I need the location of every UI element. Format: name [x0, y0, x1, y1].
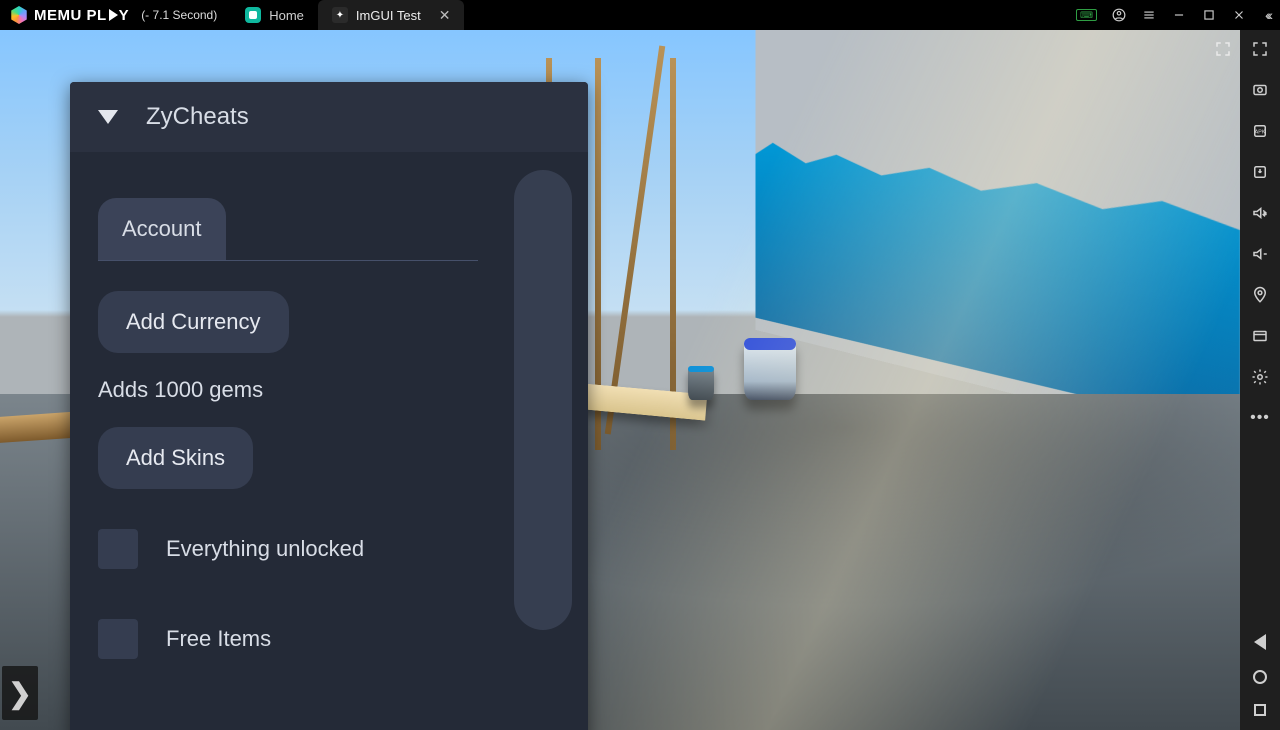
paint-bucket-large — [744, 338, 796, 400]
file-manager-icon[interactable] — [1251, 327, 1269, 350]
game-icon: ✦ — [332, 7, 348, 23]
screenshot-icon[interactable] — [1251, 81, 1269, 104]
currency-description: Adds 1000 gems — [98, 377, 560, 403]
collapse-sidebar-icon[interactable]: ‹‹‹ — [1261, 7, 1270, 23]
nav-home-icon[interactable] — [1253, 670, 1267, 684]
brand-suffix: Y — [119, 7, 130, 24]
collapse-triangle-icon[interactable] — [98, 110, 118, 124]
volume-down-icon[interactable] — [1251, 245, 1269, 268]
add-currency-label: Add Currency — [126, 309, 261, 334]
hex-logo-icon — [10, 6, 28, 24]
checkbox-label: Free Items — [166, 626, 271, 652]
checkbox-everything-unlocked[interactable]: Everything unlocked — [98, 529, 560, 569]
hamburger-icon[interactable] — [1141, 7, 1157, 23]
checkbox-free-items[interactable]: Free Items — [98, 619, 560, 659]
volume-up-icon[interactable] — [1251, 204, 1269, 227]
game-viewport[interactable]: ZyCheats Account Add Currency Adds 1000 … — [0, 30, 1240, 730]
add-currency-button[interactable]: Add Currency — [98, 291, 289, 353]
hud-back-chevron[interactable]: ❯ — [2, 666, 38, 720]
close-window-icon[interactable] — [1231, 7, 1247, 23]
home-icon — [245, 7, 261, 23]
add-skins-button[interactable]: Add Skins — [98, 427, 253, 489]
android-nav — [1253, 634, 1267, 730]
brand-prefix: MEMU PL — [34, 7, 107, 24]
add-skins-label: Add Skins — [126, 445, 225, 470]
cheat-panel[interactable]: ZyCheats Account Add Currency Adds 1000 … — [70, 82, 588, 730]
fullscreen-toggle-icon[interactable] — [1214, 40, 1232, 58]
apk-icon[interactable]: APK — [1251, 122, 1269, 145]
minimize-icon[interactable] — [1171, 7, 1187, 23]
tab-home[interactable]: Home — [231, 0, 318, 30]
more-icon[interactable]: ••• — [1250, 409, 1270, 427]
tab-account-label: Account — [122, 216, 202, 241]
version-label: (- 7.1 Second) — [141, 8, 217, 22]
cheat-panel-body: Account Add Currency Adds 1000 gems Add … — [70, 152, 588, 730]
checkbox-box[interactable] — [98, 619, 138, 659]
play-triangle-icon — [109, 9, 118, 21]
install-icon[interactable] — [1251, 163, 1269, 186]
maximize-icon[interactable] — [1201, 7, 1217, 23]
close-tab-icon[interactable]: ✕ — [439, 7, 451, 24]
fullscreen-icon[interactable] — [1251, 40, 1269, 63]
tab-strip: Home ✦ ImGUI Test ✕ — [231, 0, 464, 30]
location-icon[interactable] — [1251, 286, 1269, 309]
settings-icon[interactable] — [1251, 368, 1269, 391]
nav-recents-icon[interactable] — [1254, 704, 1266, 716]
tab-account[interactable]: Account — [98, 198, 226, 260]
keyboard-badge-icon[interactable]: ⌨ — [1076, 9, 1097, 21]
nav-back-icon[interactable] — [1254, 634, 1266, 650]
tab-label: Home — [269, 8, 304, 23]
cheat-panel-header[interactable]: ZyCheats — [70, 82, 588, 152]
titlebar-controls: ⌨ ‹‹‹ — [1076, 0, 1280, 30]
tab-imgui-test[interactable]: ✦ ImGUI Test ✕ — [318, 0, 465, 30]
user-circle-icon[interactable] — [1111, 7, 1127, 23]
chevron-icon: ❯ — [8, 677, 31, 710]
checkbox-box[interactable] — [98, 529, 138, 569]
paint-bucket-small — [688, 366, 714, 400]
cheat-panel-title: ZyCheats — [146, 103, 249, 131]
panel-scrollbar[interactable] — [514, 170, 572, 630]
checkbox-label: Everything unlocked — [166, 536, 364, 562]
brand-text: MEMU PL Y — [34, 7, 129, 24]
emulator-sidebar: APK ••• — [1240, 30, 1280, 730]
tab-label: ImGUI Test — [356, 8, 421, 23]
titlebar: MEMU PL Y (- 7.1 Second) Home ✦ ImGUI Te… — [0, 0, 1280, 30]
svg-text:APK: APK — [1255, 129, 1266, 135]
app-logo: MEMU PL Y (- 7.1 Second) — [0, 6, 217, 24]
panel-tabs: Account — [98, 198, 478, 261]
